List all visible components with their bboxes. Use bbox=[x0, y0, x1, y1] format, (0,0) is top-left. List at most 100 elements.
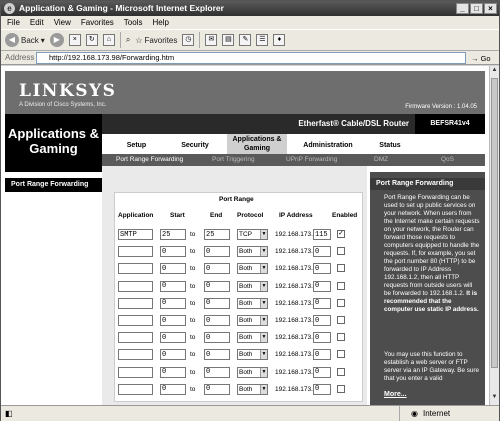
ip-last-octet-input[interactable] bbox=[313, 263, 331, 275]
protocol-select[interactable]: Both ▼ bbox=[237, 263, 268, 275]
tab-status[interactable]: Status bbox=[370, 138, 410, 154]
subtab-upnp-forwarding[interactable]: UPnP Forwarding bbox=[286, 154, 337, 166]
protocol-select[interactable]: Both ▼ bbox=[237, 332, 268, 344]
enabled-checkbox[interactable] bbox=[337, 264, 345, 273]
end-port-input[interactable] bbox=[204, 246, 230, 258]
application-input[interactable] bbox=[118, 280, 153, 292]
subtab-dmz[interactable]: DMZ bbox=[374, 154, 388, 166]
protocol-select[interactable]: Both ▼ bbox=[237, 366, 268, 378]
enabled-checkbox[interactable] bbox=[337, 333, 345, 342]
ip-last-octet-input[interactable] bbox=[313, 315, 331, 326]
protocol-select[interactable]: Both ▼ bbox=[237, 383, 268, 395]
messenger-icon[interactable]: ♦ bbox=[273, 34, 286, 46]
menu-favorites[interactable]: Favorites bbox=[81, 16, 114, 29]
discuss-icon[interactable]: ☰ bbox=[256, 34, 269, 46]
end-port-input[interactable] bbox=[204, 349, 230, 361]
start-port-input[interactable] bbox=[160, 263, 186, 275]
home-icon[interactable]: ⌂ bbox=[102, 34, 115, 46]
refresh-icon[interactable]: ↻ bbox=[85, 34, 98, 46]
ip-last-octet-input[interactable] bbox=[313, 280, 331, 292]
application-input[interactable] bbox=[118, 246, 153, 258]
application-input[interactable] bbox=[118, 332, 153, 344]
maximize-button[interactable]: □ bbox=[470, 3, 483, 14]
subtab-port-range-forwarding[interactable]: Port Range Forwarding bbox=[116, 154, 183, 166]
go-button[interactable]: → Go bbox=[471, 52, 491, 66]
protocol-select[interactable]: Both ▼ bbox=[237, 349, 268, 361]
menu-help[interactable]: Help bbox=[152, 16, 168, 29]
logo-subtitle: A Division of Cisco Systems, Inc. bbox=[19, 102, 107, 108]
protocol-select[interactable]: Both ▼ bbox=[237, 297, 268, 309]
end-port-input[interactable] bbox=[204, 366, 230, 378]
search-button[interactable]: ⌕ bbox=[126, 35, 130, 45]
application-input[interactable] bbox=[118, 263, 153, 275]
end-port-input[interactable] bbox=[204, 280, 230, 292]
close-button[interactable]: × bbox=[484, 3, 497, 14]
menu-edit[interactable]: Edit bbox=[30, 16, 44, 29]
application-input[interactable] bbox=[118, 349, 153, 361]
start-port-input[interactable] bbox=[160, 366, 186, 378]
mail-icon[interactable]: ✉ bbox=[205, 34, 218, 46]
menu-file[interactable]: File bbox=[7, 16, 20, 29]
ip-last-octet-input[interactable] bbox=[313, 246, 331, 258]
back-button[interactable]: ◀ Back ▾ bbox=[5, 33, 45, 47]
application-input[interactable] bbox=[118, 315, 153, 326]
protocol-select[interactable]: TCP ▼ bbox=[237, 229, 268, 240]
enabled-checkbox[interactable] bbox=[337, 367, 345, 376]
end-port-input[interactable] bbox=[204, 263, 230, 275]
ip-last-octet-input[interactable] bbox=[313, 229, 331, 240]
protocol-select[interactable]: Both ▼ bbox=[237, 315, 268, 326]
start-port-input[interactable] bbox=[160, 349, 186, 361]
minimize-button[interactable]: _ bbox=[456, 3, 469, 14]
tab-setup[interactable]: Setup bbox=[114, 138, 159, 154]
forward-button[interactable]: ▶ bbox=[49, 33, 64, 47]
menu-tools[interactable]: Tools bbox=[124, 16, 143, 29]
tab-applications-gaming[interactable]: Applications & Gaming bbox=[227, 134, 287, 154]
application-input[interactable] bbox=[118, 383, 153, 395]
edit-icon[interactable]: ✎ bbox=[239, 34, 252, 46]
enabled-checkbox[interactable] bbox=[337, 281, 345, 290]
end-port-input[interactable] bbox=[204, 315, 230, 326]
subtab-port-triggering[interactable]: Port Triggering bbox=[212, 154, 255, 166]
end-port-input[interactable] bbox=[204, 383, 230, 395]
enabled-checkbox[interactable] bbox=[337, 350, 345, 359]
ip-last-octet-input[interactable] bbox=[313, 332, 331, 344]
protocol-select[interactable]: Both ▼ bbox=[237, 246, 268, 258]
protocol-select[interactable]: Both ▼ bbox=[237, 280, 268, 292]
enabled-checkbox[interactable] bbox=[337, 384, 345, 393]
ip-last-octet-input[interactable] bbox=[313, 349, 331, 361]
start-port-input[interactable] bbox=[160, 246, 186, 258]
vertical-scrollbar[interactable]: ▲ ▼ bbox=[489, 66, 499, 405]
end-port-input[interactable] bbox=[204, 332, 230, 344]
subtab-qos[interactable]: QoS bbox=[441, 154, 454, 166]
menu-view[interactable]: View bbox=[54, 16, 71, 29]
favorites-button[interactable]: ☆ Favorites bbox=[135, 36, 177, 45]
help-more-link[interactable]: More... bbox=[384, 391, 407, 398]
enabled-checkbox[interactable] bbox=[337, 298, 345, 307]
application-input[interactable] bbox=[118, 229, 153, 240]
enabled-checkbox[interactable] bbox=[337, 247, 345, 256]
scroll-up-icon[interactable]: ▲ bbox=[490, 67, 499, 77]
end-port-input[interactable] bbox=[204, 229, 230, 240]
tab-security[interactable]: Security bbox=[170, 138, 220, 154]
ip-last-octet-input[interactable] bbox=[313, 366, 331, 378]
start-port-input[interactable] bbox=[160, 383, 186, 395]
start-port-input[interactable] bbox=[160, 229, 186, 240]
scroll-thumb[interactable] bbox=[491, 78, 498, 368]
enabled-checkbox[interactable]: ✓ bbox=[337, 230, 345, 238]
ip-last-octet-input[interactable] bbox=[313, 297, 331, 309]
start-port-input[interactable] bbox=[160, 297, 186, 309]
print-icon[interactable]: ▤ bbox=[222, 34, 235, 46]
tab-administration[interactable]: Administration bbox=[292, 138, 364, 154]
scroll-down-icon[interactable]: ▼ bbox=[490, 394, 499, 404]
application-input[interactable] bbox=[118, 297, 153, 309]
ip-last-octet-input[interactable] bbox=[313, 383, 331, 395]
end-port-input[interactable] bbox=[204, 297, 230, 309]
start-port-input[interactable] bbox=[160, 315, 186, 326]
start-port-input[interactable] bbox=[160, 280, 186, 292]
history-icon[interactable]: ◷ bbox=[182, 34, 195, 46]
address-input[interactable]: http://192.168.173.98/Forwarding.htm bbox=[36, 52, 466, 64]
stop-icon[interactable]: × bbox=[68, 34, 81, 46]
enabled-checkbox[interactable] bbox=[337, 316, 345, 324]
start-port-input[interactable] bbox=[160, 332, 186, 344]
application-input[interactable] bbox=[118, 366, 153, 378]
